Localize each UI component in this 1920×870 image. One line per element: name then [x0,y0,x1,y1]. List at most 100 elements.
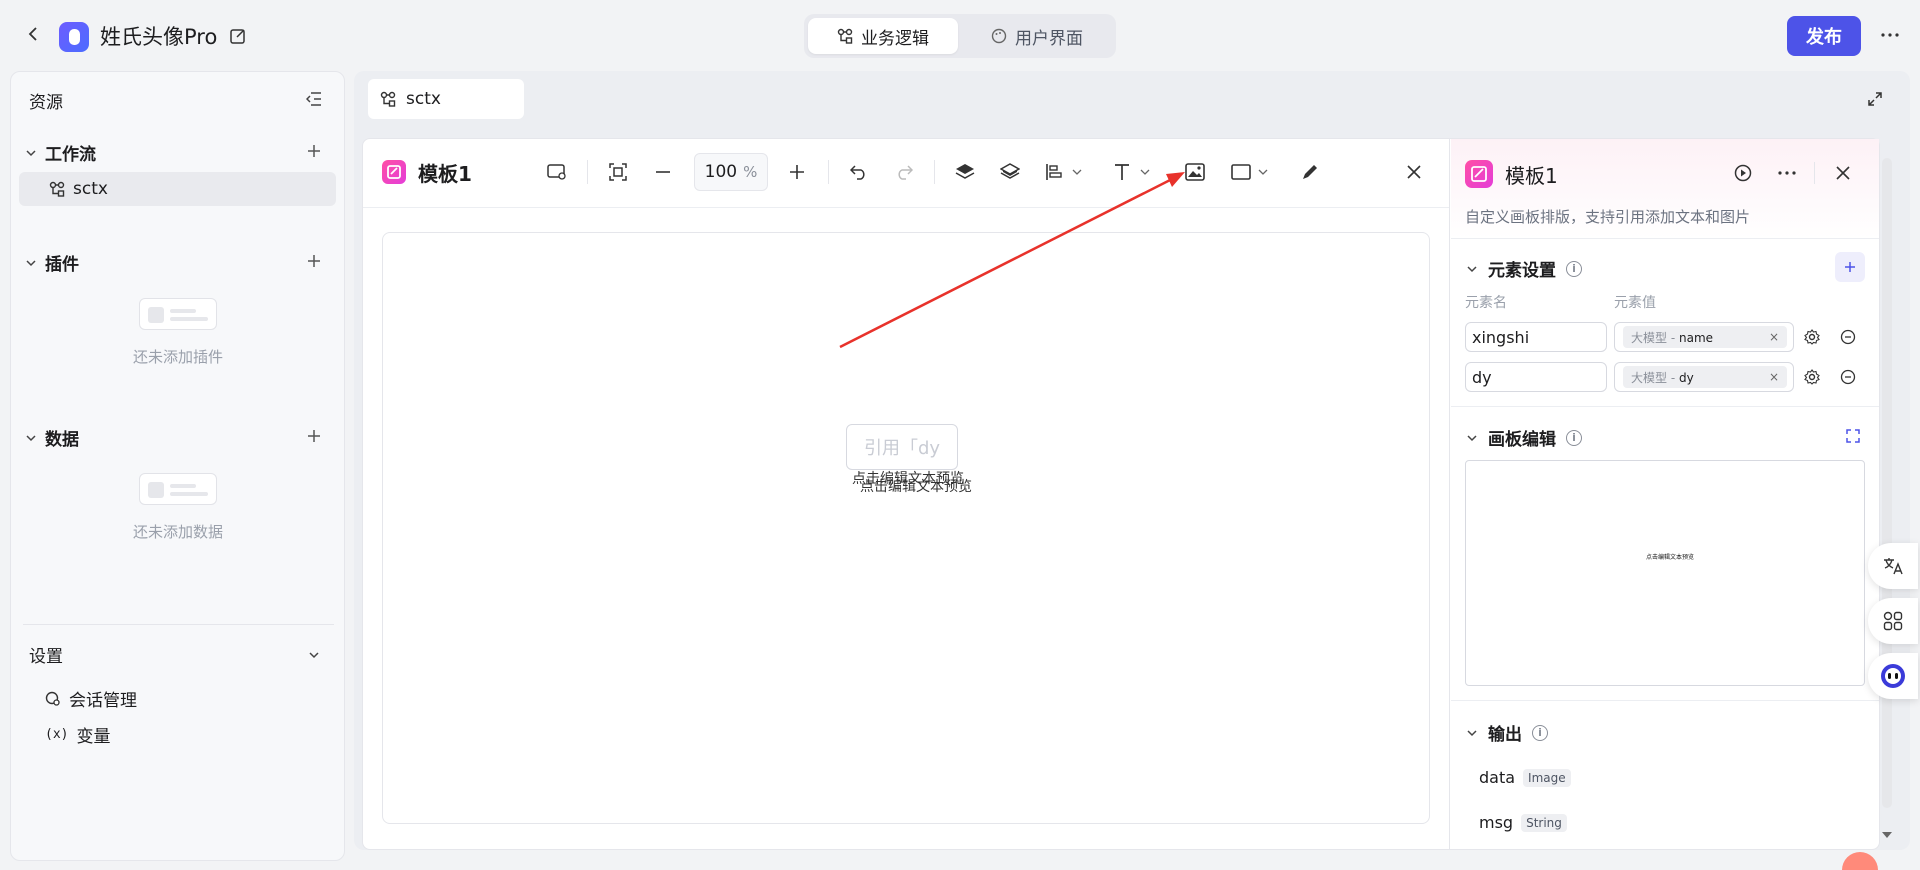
element-value-field[interactable]: 大模型 - dy × [1614,362,1794,392]
element-name-input[interactable]: xingshi [1465,322,1607,352]
close-editor-icon[interactable] [1400,158,1428,186]
properties-description: 自定义画板排版，支持引用添加文本和图片 [1465,208,1751,226]
section-workflow[interactable]: 工作流 [25,140,96,165]
settings-item-label: 变量 [76,727,111,747]
sidebar-item-sctx[interactable]: sctx [19,172,336,206]
reference-chip: 大模型 - dy × [1623,366,1787,388]
tab-user-interface[interactable]: 用户界面 [962,18,1112,54]
sidebar-item-label: sctx [73,179,108,199]
gear-icon[interactable] [1802,327,1822,347]
add-data-button[interactable] [303,425,325,447]
output-item: data Image [1479,768,1571,787]
run-icon[interactable] [1730,160,1756,186]
info-icon[interactable]: i [1566,429,1582,446]
output-type-badge: Image [1523,768,1571,787]
add-element-button[interactable] [1835,252,1865,282]
back-icon[interactable] [22,22,46,46]
section-label: 插件 [45,255,79,275]
canvas-settings-icon[interactable] [542,157,572,187]
zoom-out-icon[interactable] [648,157,678,187]
panel-scrollbar[interactable] [1882,158,1892,808]
template-icon [382,160,406,184]
reference-placeholder[interactable]: 引用「dy [846,424,958,470]
settings-item-session[interactable]: 会话管理 [45,686,137,711]
output-name: msg [1479,813,1514,832]
chat-settings-icon [45,691,61,707]
collapse-sidebar-icon[interactable] [303,88,325,110]
section-data[interactable]: 数据 [25,425,79,450]
zoom-value: 100 [704,162,738,182]
toolbar-separator [587,160,588,184]
more-icon[interactable] [1877,22,1903,48]
element-value-field[interactable]: 大模型 - name × [1614,322,1794,352]
info-icon[interactable]: i [1532,724,1548,741]
chevron-down-icon[interactable] [303,644,325,666]
add-workflow-button[interactable] [303,140,325,162]
chip-source: 大模型 [1631,330,1668,345]
more-icon[interactable] [1774,160,1800,186]
column-header-value: 元素值 [1614,295,1656,311]
section-label: 数据 [45,430,79,450]
remove-element-icon[interactable] [1838,327,1858,347]
toolbar-separator [828,160,829,184]
expand-board-icon[interactable] [1842,425,1864,447]
column-header-name: 元素名 [1465,295,1507,311]
avatar[interactable] [1842,852,1878,870]
tab-label: sctx [406,89,441,109]
section-label: 画板编辑 [1488,430,1556,450]
close-panel-icon[interactable] [1830,160,1856,186]
section-plugins[interactable]: 插件 [25,250,79,275]
assistant-bot-icon[interactable] [1868,653,1918,699]
canvas-text-element[interactable]: 点击编辑文本预览 [860,478,972,496]
section-label: 元素设置 [1488,261,1556,281]
empty-plugins-text: 还未添加插件 [133,348,224,366]
editor-title: 模板1 [418,162,472,186]
sidebar-title: 资源 [29,93,63,113]
clear-icon[interactable]: × [1769,370,1779,384]
reference-chip: 大模型 - name × [1623,326,1787,348]
workspace-tab-sctx[interactable]: sctx [368,79,524,119]
fullscreen-icon[interactable] [1864,88,1886,110]
panel-divider [1451,238,1879,239]
section-label: 工作流 [45,145,96,165]
element-name-input[interactable]: dy [1465,362,1607,392]
tab-label: 业务逻辑 [861,28,929,49]
add-plugin-button[interactable] [303,250,325,272]
fit-view-icon[interactable] [603,157,633,187]
chevron-down-icon [25,432,37,444]
chip-field: name [1678,330,1714,345]
apps-grid-icon[interactable] [1868,598,1918,644]
mode-switch: 业务逻辑 用户界面 [804,14,1116,58]
settings-title: 设置 [29,647,63,667]
translate-icon[interactable] [1868,543,1918,589]
app-logo [59,22,89,52]
section-output[interactable]: 输出 i [1466,720,1548,745]
info-icon[interactable]: i [1566,260,1582,277]
publish-button[interactable]: 发布 [1787,16,1861,56]
workflow-icon [380,91,396,107]
zoom-input[interactable]: 100 % [694,153,768,191]
section-label: 输出 [1488,725,1522,745]
board-preview[interactable] [1465,460,1865,686]
chip-field: dy [1678,370,1694,385]
section-board-edit[interactable]: 画板编辑 i [1466,425,1582,450]
header-separator [1814,162,1815,184]
clear-icon[interactable]: × [1769,330,1779,344]
chevron-down-icon [1466,432,1478,444]
pencil-icon[interactable] [1295,157,1325,187]
annotation-arrow [839,172,1185,349]
edit-icon[interactable] [226,24,250,48]
resource-sidebar: 资源 工作流 sctx 插件 还未添加插件 数据 还未添加数据 设置 会话管理 … [10,71,345,861]
section-element-settings[interactable]: 元素设置 i [1466,256,1582,281]
output-type-badge: String [1521,813,1567,832]
gear-icon[interactable] [1802,367,1822,387]
app-title: 姓氏头像Pro [100,25,218,49]
settings-item-variable[interactable]: (x) 变量 [45,722,110,747]
tab-business-logic[interactable]: 业务逻辑 [808,18,958,54]
panel-divider [1451,700,1879,701]
shape-tool-icon[interactable] [1226,157,1276,187]
output-item: msg String [1479,813,1567,832]
remove-element-icon[interactable] [1838,367,1858,387]
scroll-down-icon[interactable] [1880,830,1894,840]
zoom-in-icon[interactable] [782,157,812,187]
